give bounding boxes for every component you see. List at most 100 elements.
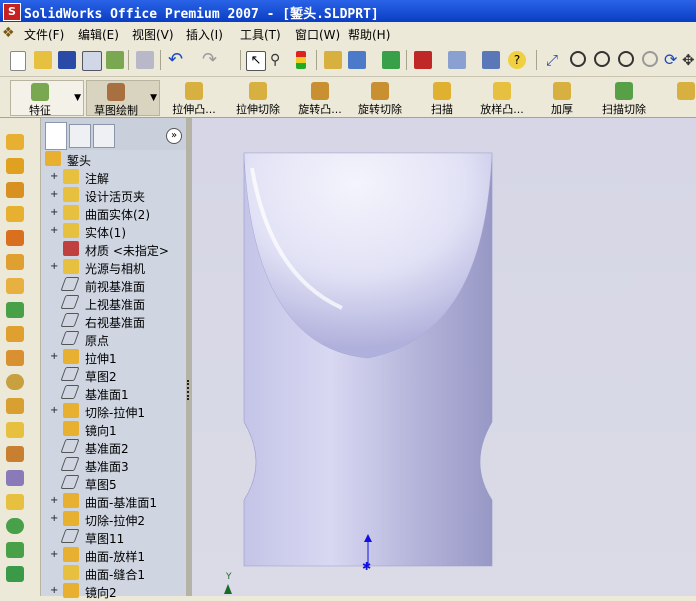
feature-manager-tab-icon[interactable] [45,122,67,150]
tree-item-label: 材质 <未指定> [85,244,169,258]
display-icon[interactable] [382,51,400,69]
menu-grip-icon[interactable]: ❖ [2,25,20,41]
menu-help[interactable]: 帮助(H) [348,26,390,43]
save-icon[interactable] [58,51,76,69]
loft-tool-icon[interactable] [6,206,24,222]
tree-root-label: 錾头 [67,154,92,168]
expand-panel-icon[interactable]: » [166,128,182,144]
draft-tool-icon[interactable] [6,350,24,366]
tree-expand-icon[interactable]: + [50,513,58,524]
tree-expand-icon[interactable]: + [50,207,58,218]
zoom-in-icon[interactable] [570,51,586,67]
tree-item-label: 注解 [85,172,110,186]
tree-expand-icon[interactable]: + [50,549,58,560]
extruded-cut-button[interactable]: 拉伸切除 [230,80,286,116]
rebuild-traffic-light-icon[interactable] [296,51,306,69]
menu-insert[interactable]: 插入(I) [186,26,223,43]
helix-tool-icon[interactable] [6,566,24,582]
chamfer-tool-icon[interactable] [6,278,24,294]
model-view[interactable]: ✱ Y [192,118,696,596]
print-icon[interactable] [136,51,154,69]
property-manager-tab-icon[interactable] [69,124,91,148]
tree-expand-icon[interactable]: + [50,261,58,272]
graphics-viewport[interactable]: ✱ Y [192,118,696,596]
tree-expand-icon[interactable]: + [50,585,58,596]
revolved-boss-button[interactable]: 旋转凸... [290,80,350,116]
rib-tool-icon[interactable] [6,302,24,318]
menu-tools[interactable]: 工具(T) [240,26,281,43]
thicken-button[interactable]: 加厚 [546,80,578,116]
select-pointer-icon[interactable]: ↖ [246,51,266,71]
instant3d-tool-icon[interactable] [6,542,24,558]
solidworks-app-icon[interactable]: S [3,3,21,21]
solid-shading-icon[interactable] [414,51,432,69]
redo-icon[interactable]: ↷ [202,51,226,69]
hole-tool-icon[interactable] [6,374,24,390]
rotate-view-icon[interactable]: ⟳ [664,51,682,69]
tree-expand-icon[interactable]: + [50,171,58,182]
planar-surface-icon [63,493,79,508]
lofted-boss-button[interactable]: 放样凸... [472,80,532,116]
tree-expand-icon[interactable]: + [50,189,58,200]
new-document-icon[interactable] [10,51,26,71]
open-folder-icon[interactable] [34,51,52,69]
print-preview-icon[interactable] [82,51,102,71]
shell-tool-icon[interactable] [6,326,24,342]
more-commands-button[interactable] [676,80,696,116]
dome-tool-icon[interactable] [6,398,24,414]
pattern-tool-icon[interactable] [6,470,24,486]
toolbar-separator [240,50,241,70]
swept-cut-button[interactable]: 扫描切除 [596,80,652,116]
options-icon[interactable] [106,51,124,69]
tree-item-label: 基准面1 [85,388,129,402]
undo-icon[interactable]: ↶ [168,51,192,69]
configuration-manager-tab-icon[interactable] [93,124,115,148]
menu-file[interactable]: 文件(F) [24,26,64,43]
tree-expand-icon[interactable]: + [50,495,58,506]
select-filter-icon[interactable]: ⚲ [270,51,288,69]
pan-icon[interactable]: ✥ [682,51,696,69]
orientation-icon[interactable] [348,51,366,69]
tree-item-label: 曲面实体(2) [85,208,150,222]
zoom-out-icon[interactable] [618,51,634,67]
menu-view[interactable]: 视图(V) [132,26,174,43]
sweep-tool-icon[interactable] [6,182,24,198]
toolbar-separator [128,50,129,70]
menu-edit[interactable]: 编辑(E) [78,26,119,43]
reference-geometry-icon[interactable] [6,494,24,510]
mirror-tool-icon[interactable] [6,446,24,462]
chevron-down-icon[interactable]: ▼ [74,93,81,103]
zoom-to-fit-icon[interactable]: ⤢ [546,51,564,69]
tab-sketch[interactable]: 草图绘制 ▼ [86,80,160,117]
more-commands-icon [677,82,695,100]
cut-tool-icon[interactable] [6,230,24,246]
extruded-boss-button[interactable]: 拉伸凸... [166,80,222,116]
surface-tool-icon[interactable] [6,422,24,438]
grid-view-icon[interactable] [324,51,342,69]
fillet-tool-icon[interactable] [6,254,24,270]
tree-expand-icon[interactable]: + [50,225,58,236]
revolved-cut-button[interactable]: 旋转切除 [352,80,408,116]
curves-tool-icon[interactable] [6,518,24,534]
help-icon[interactable]: ? [508,51,526,69]
origin-marker: ✱ [362,560,371,573]
tab-features[interactable]: 特征 ▼ [10,80,84,117]
render-icon[interactable] [448,51,466,69]
chevron-down-icon[interactable]: ▼ [150,93,157,103]
swept-cut-icon [615,82,633,100]
zoom-area-icon[interactable] [594,51,610,67]
sweep-button[interactable]: 扫描 [424,80,460,116]
sweep-icon [433,82,451,100]
window-layout-icon[interactable] [482,51,500,69]
tree-item-label: 镜向2 [85,586,117,600]
menu-window[interactable]: 窗口(W) [295,26,340,43]
revolve-tool-icon[interactable] [6,158,24,174]
tree-item-label: 基准面2 [85,442,129,456]
extrude-tool-icon[interactable] [6,134,24,150]
plane-icon [60,295,80,309]
zoom-previous-icon[interactable] [642,51,658,67]
annotation-icon [63,169,79,184]
tree-item-label: 前视基准面 [85,280,146,294]
tree-expand-icon[interactable]: + [50,405,58,416]
tree-expand-icon[interactable]: + [50,351,58,362]
